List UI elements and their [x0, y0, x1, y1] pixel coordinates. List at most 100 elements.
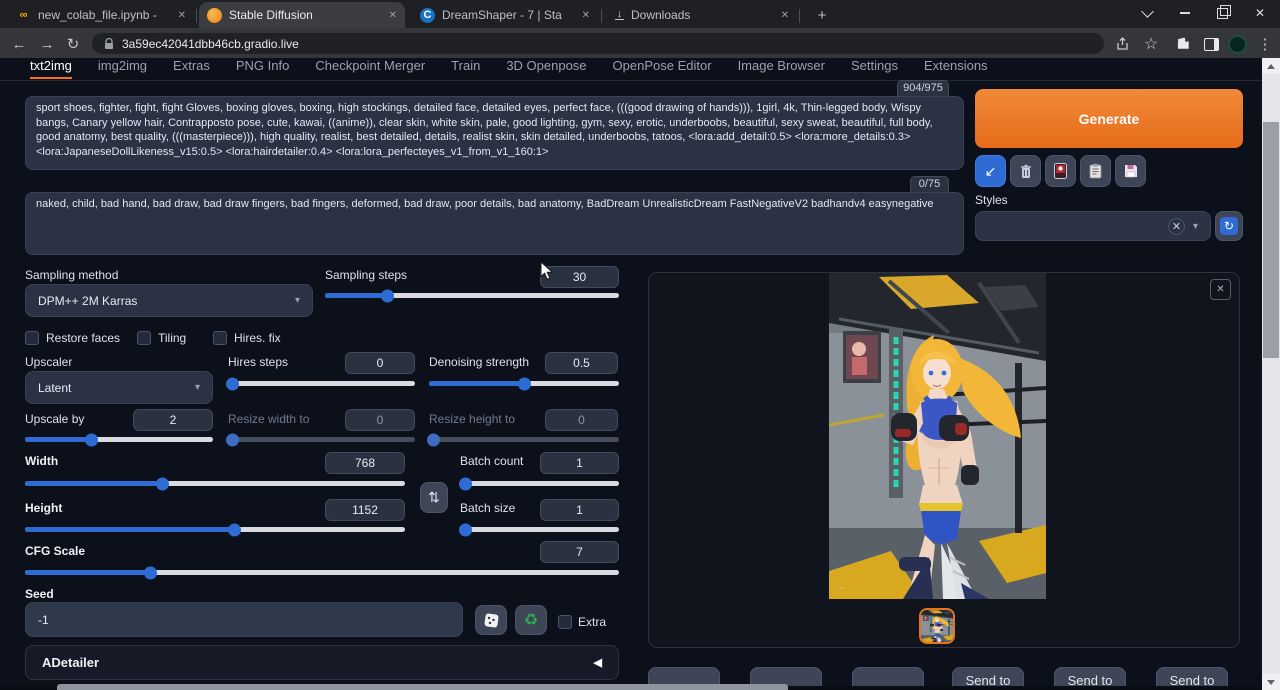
tab-image-browser[interactable]: Image Browser — [738, 58, 825, 77]
window-menu-button[interactable] — [1130, 0, 1164, 26]
tab-close-icon[interactable]: ✕ — [389, 10, 397, 21]
side-panel-icon[interactable] — [1200, 33, 1222, 55]
close-icon: ✕ — [1216, 284, 1224, 295]
address-bar[interactable]: 3a59ec42041dbb46cb.gradio.live — [92, 33, 1104, 54]
apply-styles-button[interactable] — [1080, 155, 1111, 187]
extra-seed-checkbox[interactable] — [558, 615, 572, 629]
bottom-scrollbar-bar[interactable] — [57, 684, 788, 690]
hires-steps-slider[interactable] — [228, 381, 415, 386]
batch-size-slider[interactable] — [460, 527, 619, 532]
batch-count-label: Batch count — [460, 454, 523, 468]
tab-openpose-editor[interactable]: OpenPose Editor — [613, 58, 712, 77]
hires-steps-value[interactable]: 0 — [345, 352, 415, 374]
batch-size-value[interactable]: 1 — [540, 499, 619, 521]
browser-tab-colab[interactable]: ∞ new_colab_file.ipynb - Colaborat ✕ — [8, 2, 194, 28]
batch-count-slider[interactable] — [460, 481, 619, 486]
forward-button[interactable]: → — [36, 33, 58, 55]
close-icon: ✕ — [1255, 6, 1265, 20]
tab-extensions[interactable]: Extensions — [924, 58, 988, 77]
gallery-thumbnail[interactable] — [919, 608, 955, 644]
cfg-scale-value[interactable]: 7 — [540, 541, 619, 563]
tab-train[interactable]: Train — [451, 58, 480, 77]
back-button[interactable]: ← — [8, 33, 30, 55]
upscale-by-label: Upscale by — [25, 412, 84, 426]
browser-tab-downloads[interactable]: ↓ Downloads ✕ — [607, 2, 797, 28]
random-seed-button[interactable] — [475, 605, 507, 635]
reload-button[interactable]: ↻ — [62, 33, 84, 55]
clear-prompt-button[interactable] — [1010, 155, 1041, 187]
window-restore-button[interactable] — [1205, 0, 1239, 26]
close-preview-button[interactable]: ✕ — [1210, 279, 1231, 300]
generate-button[interactable]: Generate — [975, 89, 1243, 148]
height-slider[interactable] — [25, 527, 405, 532]
hires-fix-checkbox[interactable] — [213, 331, 227, 345]
denoising-strength-value[interactable]: 0.5 — [545, 352, 618, 374]
tab-checkpoint-merger[interactable]: Checkpoint Merger — [315, 58, 425, 77]
extensions-puzzle-icon[interactable] — [1173, 33, 1195, 55]
refresh-styles-button[interactable]: ↻ — [1215, 211, 1243, 241]
width-value[interactable]: 768 — [325, 452, 405, 474]
batch-count-value[interactable]: 1 — [540, 452, 619, 474]
avatar — [1228, 35, 1247, 54]
extra-seed-label: Extra — [578, 615, 606, 629]
tab-txt2img[interactable]: txt2img — [30, 58, 72, 79]
browser-tab-stable-diffusion[interactable]: Stable Diffusion ✕ — [199, 2, 405, 28]
browser-tab-dreamshaper[interactable]: C DreamShaper - 7 | Stable Diffusio ✕ — [412, 2, 598, 28]
seed-input[interactable]: -1 — [25, 602, 463, 637]
width-label: Width — [25, 454, 58, 468]
reuse-seed-button[interactable]: ♻ — [515, 605, 547, 635]
new-tab-button[interactable]: + — [812, 5, 832, 25]
tiling-checkbox[interactable] — [137, 331, 151, 345]
thumbnail-image — [921, 610, 953, 642]
kebab-menu-icon[interactable]: ⋮ — [1254, 33, 1276, 55]
sampling-steps-slider[interactable] — [325, 293, 619, 298]
sampling-method-value: DPM++ 2M Karras — [38, 294, 137, 308]
tab-separator — [601, 9, 602, 23]
tab-close-icon[interactable]: ✕ — [781, 10, 789, 21]
upscaler-dropdown[interactable]: Latent ▾ — [25, 371, 213, 404]
resize-width-slider — [228, 437, 415, 442]
bookmark-star-icon[interactable]: ☆ — [1140, 33, 1162, 55]
window-minimize-button[interactable] — [1168, 0, 1202, 26]
width-slider[interactable] — [25, 481, 405, 486]
sampling-method-label: Sampling method — [25, 268, 118, 282]
scroll-up-button[interactable] — [1262, 58, 1280, 74]
scrollbar-thumb[interactable] — [1263, 122, 1279, 358]
styles-dropdown[interactable]: ✕ ▾ — [975, 211, 1211, 241]
height-value[interactable]: 1152 — [325, 499, 405, 521]
tab-close-icon[interactable]: ✕ — [178, 10, 186, 21]
upscale-by-value[interactable]: 2 — [133, 409, 213, 431]
chevron-down-icon: ▾ — [1193, 221, 1198, 232]
tab-png-info[interactable]: PNG Info — [236, 58, 289, 77]
window-close-button[interactable]: ✕ — [1243, 0, 1277, 26]
sampling-method-dropdown[interactable]: DPM++ 2M Karras ▾ — [25, 284, 313, 317]
paste-generation-params-button[interactable]: ↙ — [975, 155, 1006, 187]
share-icon[interactable] — [1112, 33, 1134, 55]
restore-faces-checkbox[interactable] — [25, 331, 39, 345]
tab-close-icon[interactable]: ✕ — [582, 10, 590, 21]
page-scrollbar[interactable] — [1262, 58, 1280, 690]
tab-3d-openpose[interactable]: 3D Openpose — [506, 58, 586, 77]
tab-settings[interactable]: Settings — [851, 58, 898, 77]
clear-styles-icon[interactable]: ✕ — [1168, 218, 1185, 235]
negative-prompt-textarea[interactable]: naked, child, bad hand, bad draw, bad dr… — [25, 192, 964, 255]
upscale-by-slider[interactable] — [25, 437, 213, 442]
tab-extras[interactable]: Extras — [173, 58, 210, 77]
save-style-button[interactable] — [1115, 155, 1146, 187]
swap-width-height-button[interactable]: ⇅ — [420, 482, 448, 513]
adetailer-accordion[interactable]: ADetailer ◀ — [25, 645, 619, 680]
generated-image[interactable] — [829, 273, 1046, 599]
denoising-strength-label: Denoising strength — [429, 355, 529, 369]
cfg-scale-slider[interactable] — [25, 570, 619, 575]
profile-avatar[interactable] — [1226, 33, 1248, 55]
prompt-textarea[interactable]: sport shoes, fighter, fight, fight Glove… — [25, 96, 964, 170]
resize-height-label: Resize height to — [429, 412, 515, 426]
tab-title: DreamShaper - 7 | Stable Diffusio — [442, 8, 562, 22]
chevron-down-icon: ▾ — [295, 295, 300, 306]
tab-img2img[interactable]: img2img — [98, 58, 147, 77]
denoising-strength-slider[interactable] — [429, 381, 619, 386]
extra-networks-button[interactable] — [1045, 155, 1076, 187]
scroll-down-button[interactable] — [1262, 674, 1280, 690]
arrow-down-icon — [1267, 680, 1275, 685]
resize-width-label: Resize width to — [228, 412, 309, 426]
